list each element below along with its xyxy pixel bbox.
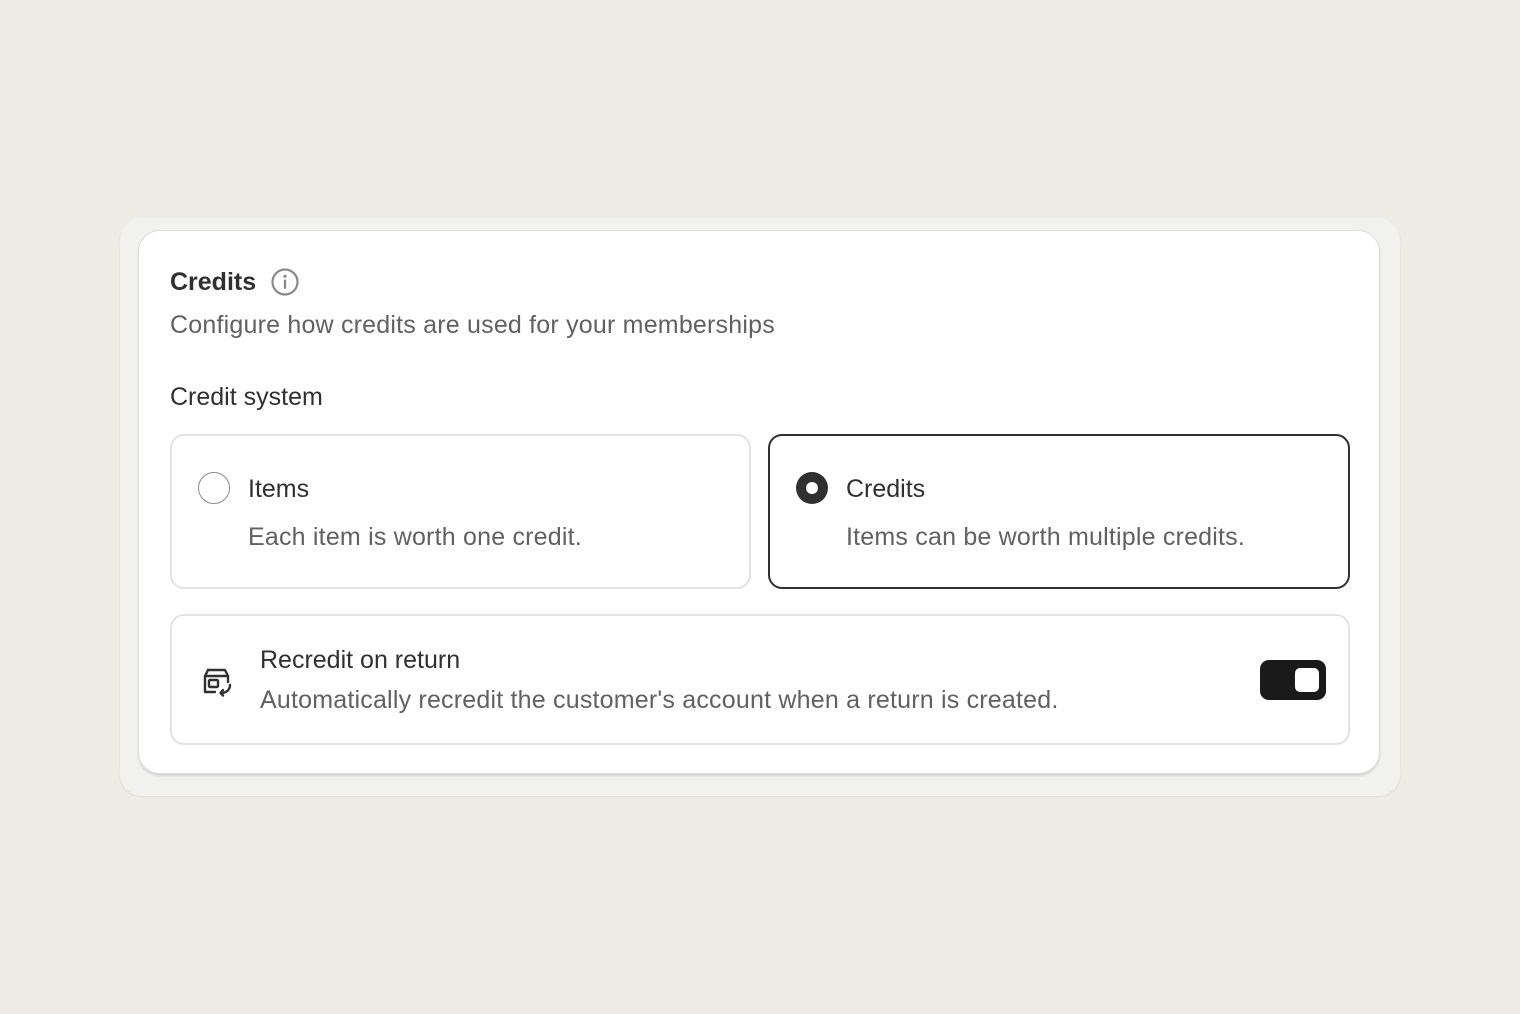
- option-items[interactable]: Items Each item is worth one credit.: [170, 434, 751, 589]
- option-credits-description: Items can be worth multiple credits.: [846, 523, 1246, 551]
- recredit-title: Recredit on return: [260, 646, 461, 674]
- info-circle-icon[interactable]: [270, 267, 300, 297]
- credits-card: Credits Configure how credits are used f…: [138, 230, 1380, 774]
- card-subtitle: Configure how credits are used for your …: [170, 311, 775, 339]
- toggle-knob: [1295, 668, 1319, 692]
- recredit-on-return-row: Recredit on return Automatically recredi…: [170, 614, 1350, 745]
- option-credits[interactable]: Credits Items can be worth multiple cred…: [768, 434, 1350, 589]
- credit-system-label: Credit system: [170, 383, 323, 411]
- option-credits-label: Credits: [846, 475, 926, 503]
- card-title: Credits: [170, 267, 257, 296]
- recredit-toggle[interactable]: [1260, 660, 1326, 700]
- option-items-description: Each item is worth one credit.: [248, 523, 582, 551]
- card-header: Credits: [170, 265, 300, 299]
- radio-credits[interactable]: [796, 472, 828, 504]
- recredit-description: Automatically recredit the customer's ac…: [260, 686, 1059, 714]
- radio-items[interactable]: [198, 472, 230, 504]
- option-items-label: Items: [248, 475, 310, 503]
- credits-settings-wrapper: Credits Configure how credits are used f…: [120, 218, 1400, 796]
- return-box-icon: [200, 664, 234, 698]
